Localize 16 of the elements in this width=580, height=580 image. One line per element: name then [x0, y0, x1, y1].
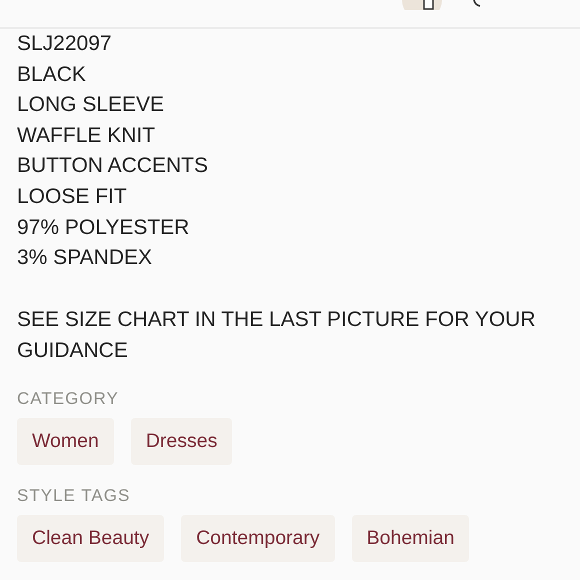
description-line: BLACK [17, 62, 87, 88]
description-line: WAFFLE KNIT [17, 122, 156, 149]
description-line: SLJ22097 [17, 31, 113, 57]
tag-chip[interactable]: Clean Beauty [17, 514, 164, 562]
section-heading: STYLE TAGS [17, 484, 132, 507]
description-line: 3% SPANDEX [17, 245, 153, 272]
description-line: LOOSE FIT [17, 184, 128, 210]
tag-chip[interactable]: Bohemian [352, 514, 470, 562]
tag-chip[interactable]: Women [17, 418, 114, 465]
tag-chip[interactable]: Contemporary [181, 514, 335, 562]
description-line: LONG SLEEVE [17, 92, 166, 118]
size-chart-note: SEE SIZE CHART IN THE LAST PICTURE FOR YOUR GUIDANCE [17, 306, 536, 364]
tag-chip[interactable]: Dresses [130, 418, 232, 465]
section-heading: CATEGORY [17, 388, 120, 410]
description-line: 97% POLYESTER [17, 214, 190, 241]
description-line: BUTTON ACCENTS [17, 153, 209, 180]
